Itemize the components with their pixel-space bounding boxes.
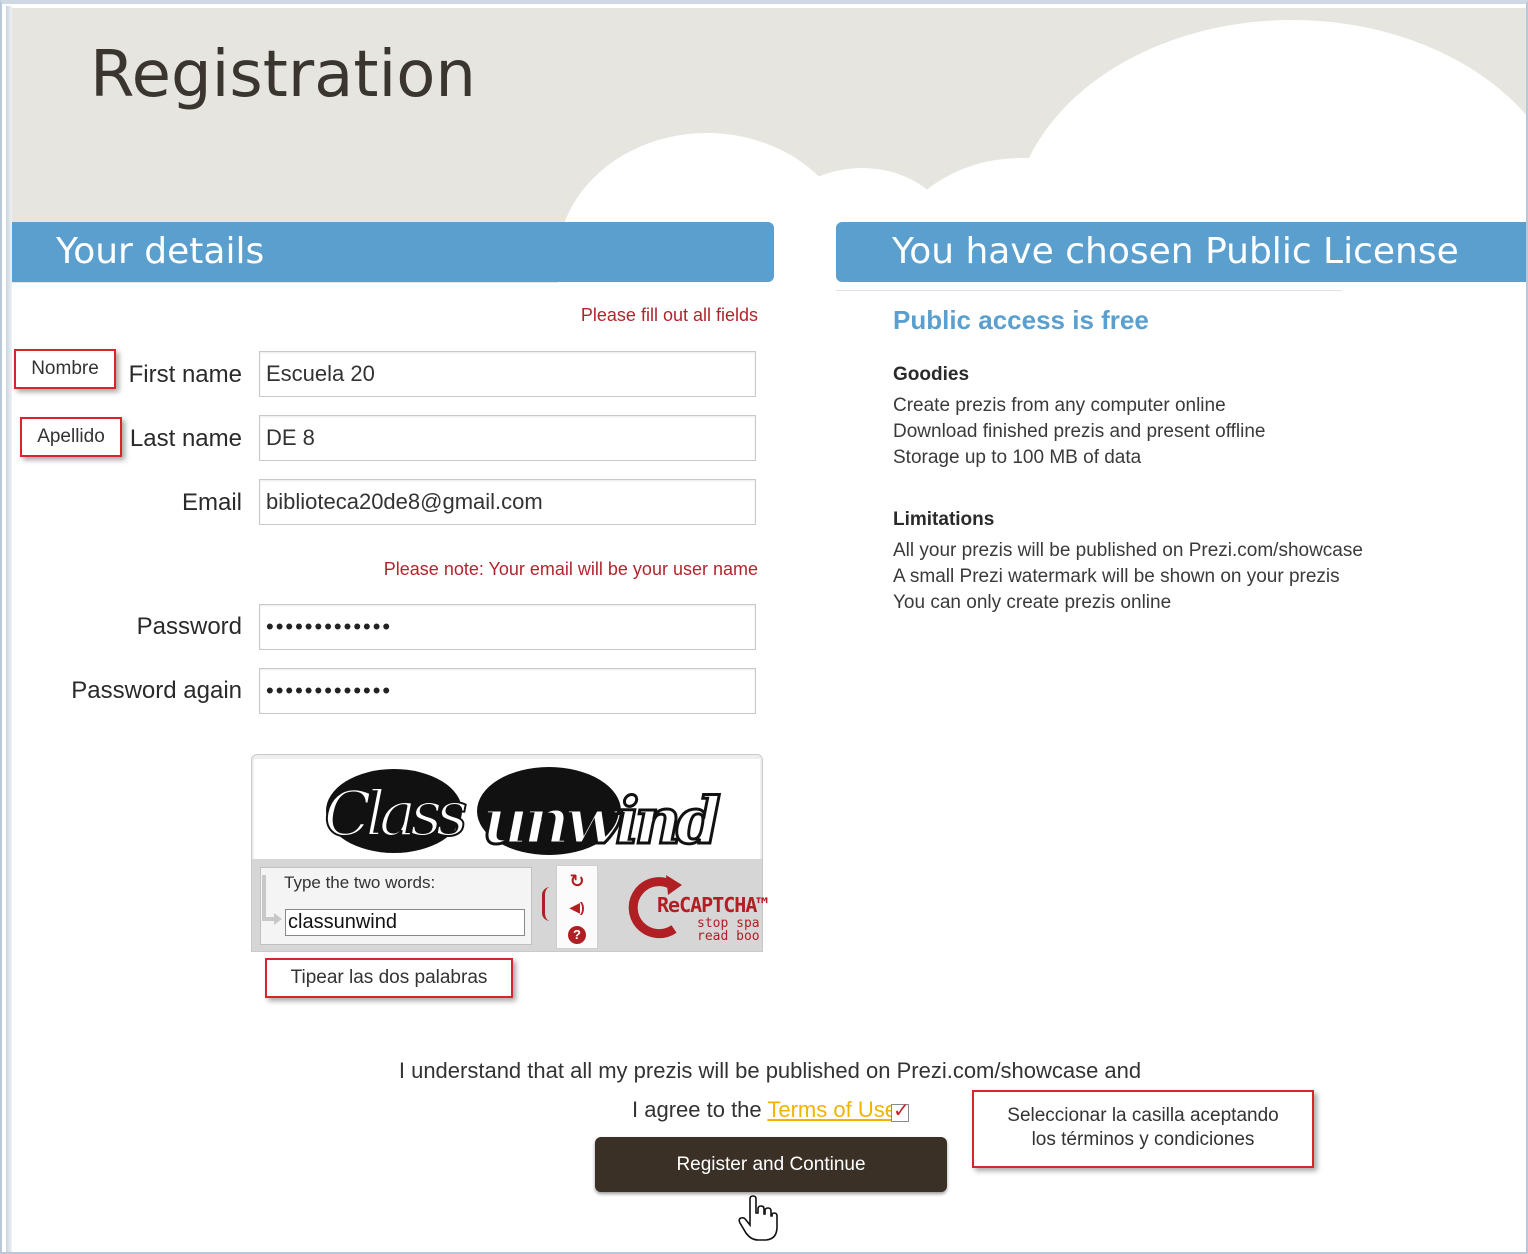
limitations-item: All your prezis will be published on Pre…	[893, 540, 1363, 561]
terms-checkbox[interactable]: ✓	[891, 1100, 910, 1122]
first-name-label: First name	[128, 361, 242, 388]
recaptcha-widget: Class unwind Type the two words: classun…	[251, 754, 768, 952]
captcha-word-1: Class	[324, 777, 466, 850]
recaptcha-brand: ReCAPTCHA™	[657, 893, 768, 917]
captcha-buttons: ↻ ◀) ?	[556, 865, 598, 949]
captcha-words-graphic: Class unwind	[323, 767, 727, 861]
agreement-prefix: I agree to the	[632, 1097, 768, 1122]
callout-seleccionar: Seleccionar la casilla aceptando los tér…	[972, 1090, 1314, 1168]
captcha-prompt: Type the two words:	[284, 873, 436, 892]
email-input[interactable]: biblioteca20de8@gmail.com	[259, 479, 756, 525]
password-input[interactable]: •••••••••••••	[259, 604, 756, 650]
goodies-heading: Goodies	[893, 364, 970, 385]
limitations-heading: Limitations	[893, 509, 995, 530]
callout-seleccionar-line2: los términos y condiciones	[1031, 1129, 1255, 1150]
required-note: Please fill out all fields	[580, 305, 758, 325]
arrow-icon	[262, 875, 282, 925]
first-name-input[interactable]: Escuela 20	[259, 351, 756, 397]
password-label: Password	[136, 613, 242, 640]
help-icon[interactable]: ?	[566, 922, 588, 944]
last-name-label: Last name	[129, 425, 242, 452]
email-note: Please note: Your email will be your use…	[383, 559, 758, 579]
captcha-image: Class unwind	[254, 759, 760, 861]
check-icon: ✓	[893, 1100, 910, 1122]
terms-of-use-link[interactable]: Terms of Use	[767, 1097, 897, 1122]
agreement-line: I agree to the Terms of Use	[632, 1097, 897, 1123]
limitations-item: You can only create prezis online	[893, 592, 1172, 613]
your-details-band: Your details	[12, 222, 774, 282]
hand-cursor-icon	[738, 1195, 778, 1241]
agreement-text: I understand that all my prezis will be …	[398, 1058, 1142, 1083]
goodies-item: Storage up to 100 MB of data	[893, 447, 1142, 468]
public-access-heading: Public access is free	[893, 305, 1149, 335]
last-name-input[interactable]: DE 8	[259, 415, 756, 461]
password-again-input[interactable]: •••••••••••••	[259, 668, 756, 714]
callout-seleccionar-line1: Seleccionar la casilla aceptando	[1007, 1105, 1279, 1126]
callout-tipear-text: Tipear las dos palabras	[290, 967, 488, 988]
email-label: Email	[181, 489, 242, 516]
page-title: Registration	[90, 38, 476, 112]
register-button[interactable]: Register and Continue	[595, 1137, 947, 1192]
goodies-item: Download finished prezis and present off…	[893, 421, 1266, 442]
captcha-input[interactable]: classunwind	[285, 909, 525, 936]
captcha-word-2: unwind	[482, 784, 720, 859]
recaptcha-tagline: stop spa read boo	[697, 917, 760, 943]
limitations-item: A small Prezi watermark will be shown on…	[893, 566, 1340, 587]
recaptcha-tagline-2: read boo	[697, 929, 760, 944]
divider	[836, 290, 1342, 291]
license-band: You have chosen Public License	[836, 222, 1526, 282]
audio-icon[interactable]: ◀)	[566, 896, 588, 918]
captcha-divider	[542, 887, 550, 921]
goodies-item: Create prezis from any computer online	[893, 395, 1226, 416]
callout-tipear: Tipear las dos palabras	[265, 958, 513, 998]
refresh-icon[interactable]: ↻	[566, 870, 588, 892]
password-again-label: Password again	[71, 677, 242, 704]
